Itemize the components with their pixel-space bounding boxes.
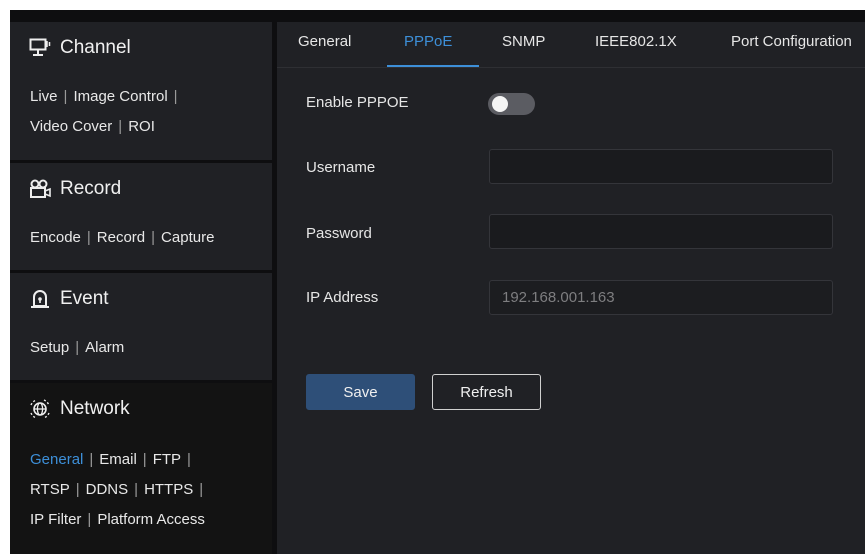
sidebar-link-capture[interactable]: Capture [161,229,214,246]
sidebar-event-title: Event [60,288,109,309]
sidebar-network-title: Network [60,398,130,419]
refresh-button[interactable]: Refresh [432,374,541,410]
ip-address-field [489,280,833,315]
sidebar-link-image-control[interactable]: Image Control [73,88,167,105]
tab-ieee8021x[interactable]: IEEE802.1X [595,33,677,50]
sidebar-record-header[interactable]: Record [28,177,121,201]
sidebar-network-header[interactable]: Network [28,397,130,421]
sidebar-link-encode[interactable]: Encode [30,229,81,246]
sidebar-record-links: Encode | Record | Capture [30,229,215,246]
camera-icon [28,177,52,201]
sidebar-link-record[interactable]: Record [97,229,145,246]
sidebar-event-links: Setup | Alarm [30,339,125,356]
toggle-knob [492,96,508,112]
sidebar-link-setup[interactable]: Setup [30,339,69,356]
username-field[interactable] [489,149,833,184]
enable-pppoe-label: Enable PPPOE [306,94,409,111]
sidebar-link-general[interactable]: General [30,451,83,468]
sidebar-link-ip-filter[interactable]: IP Filter [30,511,81,528]
tab-pppoe[interactable]: PPPoE [404,33,452,50]
sidebar-network-links: General | Email | FTP | RTSP | DDNS | HTTPS | IP F… [30,451,205,528]
password-label: Password [306,225,372,242]
sidebar-link-ddns[interactable]: DDNS [86,481,129,498]
sidebar-link-live[interactable]: Live [30,88,58,105]
sidebar-channel-header[interactable]: Channel [28,36,131,60]
tab-snmp[interactable]: SNMP [502,33,545,50]
tab-port-configuration[interactable]: Port Configuration [731,33,852,50]
alarm-icon [28,287,52,311]
sidebar-section-network: Network General | Email | FTP | RTSP | DDNS | HTT… [10,383,272,554]
sidebar-link-alarm[interactable]: Alarm [85,339,124,356]
active-tab-indicator [387,65,479,67]
globe-icon [28,397,52,421]
sidebar-link-roi[interactable]: ROI [128,118,155,135]
tab-general[interactable]: General [298,33,351,50]
sidebar-link-https[interactable]: HTTPS [144,481,193,498]
sidebar-channel-links: Live | Image Control | Video Cover | ROI [30,88,178,135]
tab-bar: General PPPoE SNMP IEEE802.1X Port Confi… [277,22,865,68]
enable-pppoe-toggle[interactable] [488,93,535,115]
sidebar-section-channel: Channel Live | Image Control | Video Cover |… [10,22,272,160]
sidebar-link-ftp[interactable]: FTP [153,451,181,468]
sidebar-link-email[interactable]: Email [99,451,137,468]
ip-address-label: IP Address [306,289,379,306]
sidebar-link-rtsp[interactable]: RTSP [30,481,70,498]
sidebar-section-record: Record Encode | Record | Capture [10,163,272,270]
sidebar-record-title: Record [60,178,122,199]
sidebar-link-video-cover[interactable]: Video Cover [30,118,112,135]
save-button[interactable]: Save [306,374,415,410]
sidebar-event-header[interactable]: Event [28,287,109,311]
sidebar-section-event: Event Setup | Alarm [10,273,272,380]
sidebar-channel-title: Channel [60,37,131,58]
sidebar-link-platform-access[interactable]: Platform Access [97,511,205,528]
monitor-icon [28,36,52,60]
main-panel: General PPPoE SNMP IEEE802.1X Port Confi… [277,22,865,554]
username-label: Username [306,159,376,176]
password-field[interactable] [489,214,833,249]
